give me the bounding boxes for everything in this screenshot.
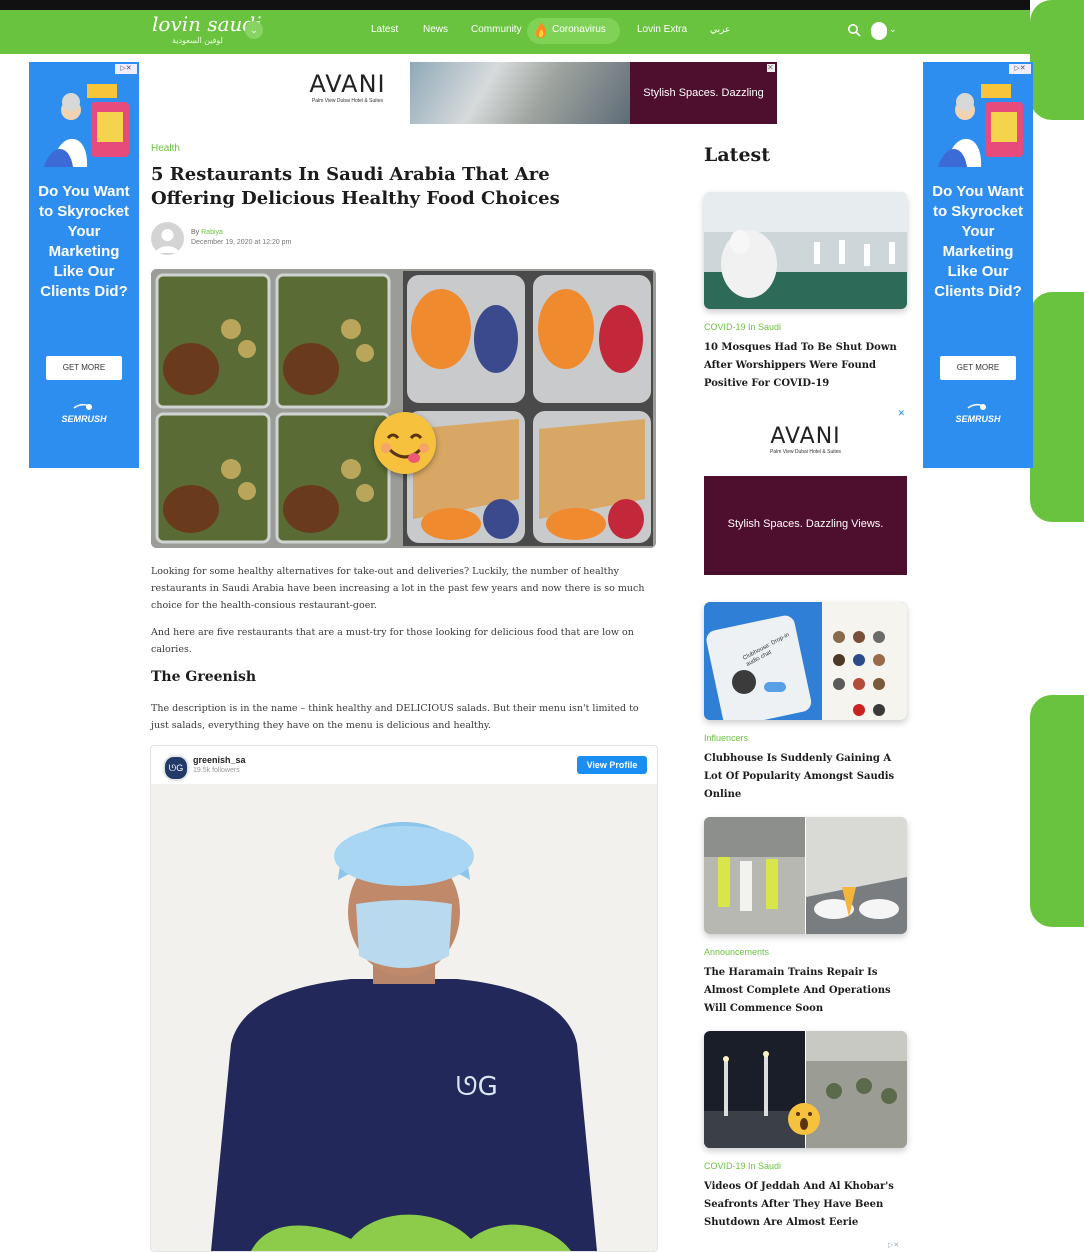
instagram-embed[interactable]: ᘎG greenish_sa 19.5k followers View Prof… [150,745,658,1252]
adchoices-icon[interactable]: ▷✕ [888,1241,899,1249]
side-tab[interactable] [1030,0,1084,120]
instagram-followers: 19.5k followers [193,767,240,774]
shirt-logo: ᘎG [456,1072,498,1102]
hotel-room-photo [410,62,630,124]
byline: By Rabiya [191,229,223,236]
top-strip [0,0,1030,10]
ad-illustration [44,84,129,167]
close-icon[interactable]: ✕ [767,64,775,72]
right-side-ad[interactable]: ▷✕ Do You Want to Skyrocket Your Marketi… [923,62,1033,468]
nav-item-news[interactable]: News [423,24,448,35]
instagram-header: ᘎG greenish_sa 19.5k followers View Prof… [151,746,657,784]
left-side-ad[interactable]: ▷✕ Do You Want to Skyrocket Your Marketi… [29,62,139,468]
latest-heading: Latest [704,144,771,166]
card-category[interactable]: COVID-19 In Saudi [704,322,781,332]
ad-copy: Do You Want to Skyrocket Your Marketing … [932,183,1024,300]
article-paragraph: And here are five restaurants that are a… [151,627,634,655]
user-icon [156,229,179,253]
card-title[interactable]: Videos Of Jeddah And Al Khobar's Seafron… [704,1178,906,1232]
mosque-photo [704,192,907,309]
byline-prefix: By [191,229,200,236]
nav-item-latest[interactable]: Latest [371,24,398,35]
top-banner-ad[interactable]: AVANI Palm View Dubai Hotel & Suites Sty… [285,62,777,124]
section-heading: The Greenish [151,669,257,685]
avani-sub: Palm View Dubai Hotel & Suites [769,449,842,455]
clubhouse-photo [704,602,907,720]
author-avatar [151,222,184,255]
card-category[interactable]: COVID-19 In Saudi [704,1161,781,1171]
sidebar-avani-ad[interactable]: ✕ AVANI Palm View Dubai Hotel & Suites S… [704,406,907,575]
semrush-logo: SEMRUSH [61,414,107,424]
publish-date: December 19, 2020 at 12:20 pm [191,239,292,246]
instagram-photo[interactable]: ᘎG [151,784,657,1251]
hero-image [151,269,656,548]
seafront-photo [704,1031,907,1148]
article-title: 5 Restaurants In Saudi Arabia That Are O… [151,164,560,209]
card-image[interactable] [704,192,907,309]
article-paragraph: The description is in the name – think h… [151,703,639,731]
fire-icon [535,22,547,38]
card-image[interactable] [704,1031,907,1148]
avani-logo: AVANI Palm View Dubai Hotel & Suites [704,406,907,476]
article-category[interactable]: Health [151,143,180,154]
user-avatar[interactable] [871,22,887,40]
avani-brand: AVANI [770,424,841,449]
semrush-icon [73,403,92,410]
side-tab[interactable] [1030,695,1084,927]
chevron-down-icon[interactable]: ⌄ [245,21,263,39]
avani-brand: AVANI [309,70,386,98]
instagram-username[interactable]: greenish_sa [193,755,246,765]
main-navbar: lovin saudi لوفين السعودية ⌄ Latest News… [0,10,1030,54]
get-more-button[interactable]: GET MORE [940,356,1016,380]
side-tab[interactable] [1030,292,1084,522]
card-image[interactable]: Clubhouse: Drop-in audio chat [704,602,907,720]
semrush-icon [967,403,986,410]
view-profile-button[interactable]: View Profile [577,756,647,774]
avani-tagline: Stylish Spaces. Dazzling Views. [704,476,907,575]
chevron-down-icon[interactable]: ⌄ [889,24,897,35]
nav-item-community[interactable]: Community [471,24,522,35]
article-paragraph: Looking for some healthy alternatives fo… [151,566,645,611]
search-icon[interactable] [847,23,861,37]
card-title[interactable]: Clubhouse Is Suddenly Gaining A Lot Of P… [704,750,906,804]
nav-item-coronavirus[interactable]: Coronavirus [552,24,606,35]
yum-emoji-icon [374,412,436,474]
yum-emoji-face [381,433,429,463]
card-category[interactable]: Announcements [704,947,769,957]
avani-logo: AVANI Palm View Dubai Hotel & Suites [285,62,410,124]
haramain-train-photo [704,817,907,934]
meal-prep-photo [151,269,656,548]
author-name[interactable]: Rabiya [201,229,223,236]
profile-avatar[interactable]: ᘎG [163,755,189,781]
card-title[interactable]: The Haramain Trains Repair Is Almost Com… [704,964,906,1018]
chef-photo [151,784,657,1251]
semrush-logo: SEMRUSH [955,414,1001,424]
nav-item-lovin-extra[interactable]: Lovin Extra [637,24,687,35]
card-title[interactable]: 10 Mosques Had To Be Shut Down After Wor… [704,339,906,393]
ad-copy: Do You Want to Skyrocket Your Marketing … [38,183,130,300]
avani-sub: Palm View Dubai Hotel & Suites [311,98,384,104]
get-more-button[interactable]: GET MORE [46,356,122,380]
avani-tagline: Stylish Spaces. Dazzling Views. [630,62,777,124]
card-category[interactable]: Influencers [704,733,748,743]
nav-item-arabic[interactable]: عربي [710,24,730,35]
ad-illustration [938,84,1023,167]
site-logo-arabic: لوفين السعودية [172,36,223,45]
card-image[interactable] [704,817,907,934]
